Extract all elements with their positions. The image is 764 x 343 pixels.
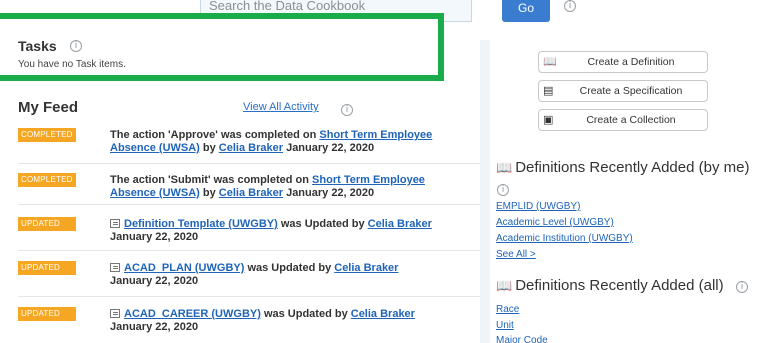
- info-icon[interactable]: i: [341, 104, 353, 116]
- recent-definition-link[interactable]: Academic Level (UWGBY): [496, 217, 614, 228]
- feed-text-part: The action 'Approve' was completed on: [110, 129, 320, 141]
- feed-item-text: The action 'Submit' was completed on Sho…: [110, 174, 440, 200]
- recent-definition-link[interactable]: Unit: [496, 320, 514, 331]
- feed-item: UPDATED Definition Template (UWGBY) was …: [18, 205, 480, 251]
- feed-item: UPDATED ACAD_PLAN (UWGBY) was Updated by…: [18, 251, 480, 297]
- feed-date: January 22, 2020: [110, 231, 199, 243]
- feed-date: January 22, 2020: [283, 187, 375, 199]
- feed-list: COMPLETED The action 'Approve' was compl…: [18, 124, 480, 337]
- feed-item: UPDATED ACAD_CAREER (UWGBY) was Updated …: [18, 297, 480, 337]
- feed-item: COMPLETED The action 'Approve' was compl…: [18, 124, 480, 164]
- feed-date: January 22, 2020: [110, 321, 199, 333]
- heading-text: Definitions Recently Added (all): [515, 277, 724, 294]
- feed-text-part: was Updated by: [260, 308, 351, 320]
- view-all-activity-link[interactable]: View All Activity: [243, 101, 319, 113]
- feed-text-part: was Updated by: [244, 262, 335, 274]
- heading-text: Definitions Recently Added (by me): [515, 159, 750, 176]
- feed-item-link[interactable]: Definition Template (UWGBY): [124, 218, 278, 230]
- button-label: Create a Specification: [579, 85, 683, 97]
- tasks-empty-text: You have no Task items.: [18, 59, 126, 70]
- document-icon: [110, 263, 120, 272]
- create-specification-button[interactable]: ▤ Create a Specification: [538, 80, 708, 102]
- info-icon[interactable]: i: [736, 281, 748, 293]
- user-link[interactable]: Celia Braker: [334, 262, 398, 274]
- recent-definition-link[interactable]: EMPLID (UWGBY): [496, 201, 580, 212]
- recent-definition-link[interactable]: Major Code: [496, 335, 548, 343]
- feed-item-text: Definition Template (UWGBY) was Updated …: [110, 218, 440, 244]
- user-link[interactable]: Celia Braker: [351, 308, 415, 320]
- book-icon: 📖: [496, 161, 513, 176]
- status-badge: UPDATED: [18, 217, 76, 231]
- feed-item-text: The action 'Approve' was completed on Sh…: [110, 129, 440, 155]
- tasks-highlight-box: [0, 13, 444, 81]
- status-badge: COMPLETED: [18, 128, 76, 142]
- column-divider: [480, 40, 490, 343]
- feed-item: COMPLETED The action 'Submit' was comple…: [18, 164, 480, 205]
- user-link[interactable]: Celia Braker: [368, 218, 432, 230]
- feed-item-text: ACAD_PLAN (UWGBY) was Updated by Celia B…: [110, 262, 440, 288]
- status-badge: COMPLETED: [18, 173, 76, 187]
- user-link[interactable]: Celia Braker: [219, 142, 283, 154]
- go-button[interactable]: Go: [502, 0, 550, 22]
- button-label: Create a Collection: [586, 114, 676, 126]
- recent-definition-link[interactable]: Race: [496, 304, 519, 315]
- user-link[interactable]: Celia Braker: [219, 187, 283, 199]
- button-label: Create a Definition: [587, 56, 675, 68]
- create-collection-button[interactable]: ▣ Create a Collection: [538, 109, 708, 131]
- info-icon[interactable]: i: [70, 40, 82, 52]
- see-all-link[interactable]: See All >: [496, 249, 536, 260]
- tasks-title: Tasks: [18, 38, 57, 54]
- feed-text-part: by: [199, 142, 219, 154]
- feed-item-link[interactable]: ACAD_CAREER (UWGBY): [124, 308, 261, 320]
- recent-all-heading: 📖 Definitions Recently Added (all): [496, 277, 724, 294]
- feed-text-part: was Updated by: [277, 218, 368, 230]
- recent-definition-link[interactable]: Academic Institution (UWGBY): [496, 233, 633, 244]
- feed-date: January 22, 2020: [110, 275, 199, 287]
- feed-text-part: The action 'Submit' was completed on: [110, 174, 313, 186]
- book-icon: 📖: [496, 279, 513, 294]
- info-icon[interactable]: i: [497, 184, 509, 196]
- feed-text-part: by: [199, 187, 219, 199]
- document-icon: [110, 309, 120, 318]
- status-badge: UPDATED: [18, 307, 76, 321]
- document-icon: [110, 219, 120, 228]
- feed-item-text: ACAD_CAREER (UWGBY) was Updated by Celia…: [110, 308, 440, 334]
- feed-item-link[interactable]: ACAD_PLAN (UWGBY): [124, 262, 244, 274]
- create-definition-button[interactable]: 📖 Create a Definition: [538, 51, 708, 73]
- info-icon[interactable]: i: [564, 0, 576, 12]
- recent-mine-heading: 📖 Definitions Recently Added (by me): [496, 159, 749, 176]
- feed-title: My Feed: [18, 99, 79, 116]
- feed-date: January 22, 2020: [283, 142, 375, 154]
- status-badge: UPDATED: [18, 261, 76, 275]
